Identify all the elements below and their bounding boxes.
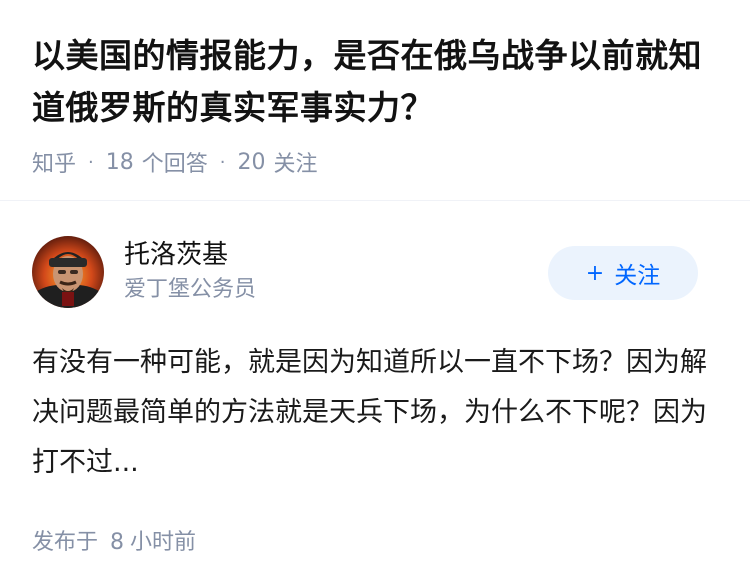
time-value: 8 — [110, 530, 125, 555]
author-row: 托洛茨基 爱丁堡公务员 + 关注 — [32, 234, 718, 310]
time-suffix: 小时前 — [130, 530, 197, 555]
divider — [0, 200, 750, 201]
meta-separator: · — [219, 151, 226, 173]
source-label[interactable]: 知乎 — [32, 146, 76, 178]
question-title[interactable]: 以美国的情报能力，是否在俄乌战争以前就知道俄罗斯的真实军事实力？ — [32, 30, 722, 134]
portrait-avatar-icon[interactable] — [32, 236, 104, 308]
author-name[interactable]: 托洛茨基 — [124, 238, 256, 272]
meta-separator: · — [88, 151, 94, 173]
question-header: 以美国的情报能力，是否在俄乌战争以前就知道俄罗斯的真实军事实力？ 知乎 · 18… — [32, 30, 722, 178]
answer-time: 发布于 8 小时前 — [32, 524, 718, 556]
followers-label[interactable]: 关注 — [274, 146, 318, 178]
answers-count: 18 — [105, 149, 134, 175]
answer-card: 托洛茨基 爱丁堡公务员 + 关注 有没有一种可能，就是因为知道所以一直不下场？因… — [32, 234, 718, 556]
answers-label[interactable]: 个回答 — [142, 146, 208, 178]
answer-content[interactable]: 有没有一种可能，就是因为知道所以一直不下场？因为解决问题最简单的方法就是天兵下场… — [32, 338, 712, 488]
plus-icon: + — [585, 260, 605, 286]
follow-button-label: 关注 — [614, 263, 661, 289]
question-meta: 知乎 · 18 个回答 · 20 关注 — [32, 146, 722, 178]
followers-count: 20 — [237, 149, 266, 175]
author-headline: 爱丁堡公务员 — [124, 277, 257, 302]
time-prefix: 发布于 — [32, 530, 99, 555]
author-info: 托洛茨基 爱丁堡公务员 — [124, 238, 256, 306]
follow-button[interactable]: + 关注 — [548, 246, 698, 300]
